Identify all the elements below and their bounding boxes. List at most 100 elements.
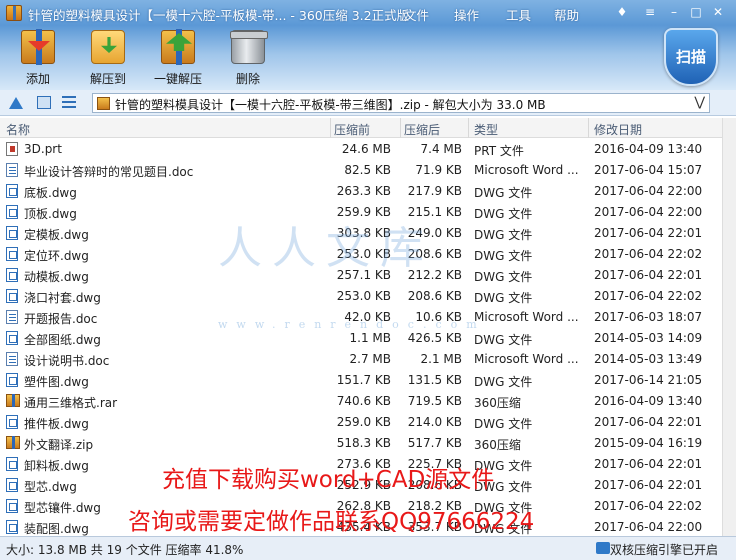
extract-to-button[interactable]: 解压到 (76, 30, 140, 88)
file-date: 2017-06-04 22:02 (594, 289, 703, 303)
file-row[interactable]: 全部图纸.dwg 1.1 MB 426.5 KB DWG 文件 2014-05-03 1… (0, 328, 736, 349)
file-type: 360压缩 (474, 396, 521, 410)
file-name: 开题报告.doc (24, 312, 98, 326)
skin-icon[interactable]: ♦ (612, 3, 632, 21)
promo-line-1: 充值下载购买word+CAD源文件 (162, 467, 495, 493)
file-compressed-size: 2.1 MB (420, 352, 462, 366)
file-row[interactable]: 底板.dwg 263.3 KB 217.9 KB DWG 文件 2017-06-04 2… (0, 181, 736, 202)
file-name: 底板.dwg (24, 186, 77, 200)
large-view-icon[interactable] (37, 96, 51, 109)
window-title: 针管的塑料模具设计【一模十六腔-平板模-带... - 360压缩 3.2正式版 (28, 8, 410, 23)
doc-file-icon (6, 310, 18, 324)
status-bar: 大小: 13.8 MB 共 19 个文件 压缩率 41.8% 双核压缩引擎已开启 (0, 536, 736, 560)
doc-file-icon (6, 352, 18, 366)
delete-button[interactable]: 删除 (216, 30, 280, 88)
file-row[interactable]: 通用三维格式.rar 740.6 KB 719.5 KB 360压缩 2016-04-0… (0, 391, 736, 412)
window-chrome: 针管的塑料模具设计【一模十六腔-平板模-带... - 360压缩 3.2正式版 … (0, 0, 736, 90)
file-type: PRT 文件 (474, 144, 524, 158)
menu-file[interactable]: 文件 (404, 5, 429, 24)
path-field[interactable]: 针管的塑料模具设计【一模十六腔-平板模-带三维图】.zip - 解包大小为 33… (92, 93, 710, 113)
file-date: 2016-04-09 13:40 (594, 394, 703, 408)
file-name: 外文翻译.zip (24, 438, 94, 452)
vertical-scrollbar[interactable] (722, 118, 736, 536)
file-type: DWG 文件 (474, 417, 533, 431)
file-type: DWG 文件 (474, 186, 533, 200)
delete-label: 删除 (235, 72, 260, 86)
list-view-icon[interactable] (62, 96, 76, 109)
add-archive-icon (21, 29, 55, 65)
dwg-file-icon (6, 331, 18, 345)
file-name: 塑件图.dwg (24, 375, 89, 389)
file-row[interactable]: 推件板.dwg 259.0 KB 214.0 KB DWG 文件 2017-06-04 … (0, 412, 736, 433)
file-date: 2017-06-04 22:01 (594, 226, 703, 240)
dwg-file-icon (6, 499, 18, 513)
dwg-file-icon (6, 289, 18, 303)
file-date: 2017-06-03 18:07 (594, 310, 703, 324)
file-name: 型芯镶件.dwg (24, 501, 101, 515)
column-divider (330, 118, 331, 138)
column-date[interactable]: 修改日期 (594, 121, 642, 138)
file-name: 3D.prt (24, 142, 62, 156)
up-arrow-icon[interactable] (9, 97, 23, 109)
column-type[interactable]: 类型 (474, 121, 498, 138)
file-date: 2017-06-04 22:01 (594, 268, 703, 282)
app-archive-icon (6, 5, 22, 21)
dwg-file-icon (6, 373, 18, 387)
address-bar: 针管的塑料模具设计【一模十六腔-平板模-带三维图】.zip - 解包大小为 33… (0, 90, 736, 116)
menu-help[interactable]: 帮助 (554, 5, 579, 24)
add-button[interactable]: 添加 (6, 29, 70, 88)
menu-icon[interactable]: ≡ (640, 3, 660, 21)
file-row[interactable]: 毕业设计答辩时的常见题目.doc 82.5 KB 71.9 KB Microsoft … (0, 160, 736, 181)
add-label: 添加 (25, 72, 50, 86)
file-compressed-size: 208.6 KB (407, 289, 462, 303)
file-date: 2017-06-04 22:01 (594, 415, 703, 429)
file-compressed-size: 217.9 KB (407, 184, 462, 198)
menu-operate[interactable]: 操作 (454, 5, 479, 24)
title-bar: 针管的塑料模具设计【一模十六腔-平板模-带... - 360压缩 3.2正式版 … (0, 0, 736, 26)
close-icon[interactable]: ✕ (708, 3, 728, 21)
file-type: Microsoft Word ... (474, 310, 579, 324)
column-name[interactable]: 名称 (6, 121, 30, 138)
file-date: 2017-06-04 22:01 (594, 457, 703, 471)
minimize-icon[interactable]: – (664, 3, 684, 21)
file-row[interactable]: 3D.prt 24.6 MB 7.4 MB PRT 文件 2016-04-09 13:4… (0, 139, 736, 160)
dwg-file-icon (6, 268, 18, 282)
arc-file-icon (6, 394, 20, 407)
column-divider (400, 118, 401, 138)
chevron-down-icon[interactable]: ⋁ (694, 95, 705, 110)
file-compressed-size: 214.0 KB (407, 415, 462, 429)
column-divider (588, 118, 589, 138)
dwg-file-icon (6, 520, 18, 534)
file-date: 2015-09-04 16:19 (594, 436, 703, 450)
file-type: DWG 文件 (474, 249, 533, 263)
extract-folder-icon (91, 30, 125, 64)
file-name: 通用三维格式.rar (24, 396, 118, 410)
file-row[interactable]: 外文翻译.zip 518.3 KB 517.7 KB 360压缩 2015-09-04 … (0, 433, 736, 454)
column-size[interactable]: 压缩前 (334, 121, 370, 138)
watermark-url: www.renrendoc.com (218, 318, 486, 331)
dwg-file-icon (6, 205, 18, 219)
column-divider (468, 118, 469, 138)
status-summary: 大小: 13.8 MB 共 19 个文件 压缩率 41.8% (6, 543, 244, 557)
file-type: DWG 文件 (474, 207, 533, 221)
file-row[interactable]: 塑件图.dwg 151.7 KB 131.5 KB DWG 文件 2017-06-14 … (0, 370, 736, 391)
engine-status[interactable]: 双核压缩引擎已开启 (610, 541, 718, 558)
file-name: 浇口衬套.dwg (24, 291, 101, 305)
one-click-extract-button[interactable]: 一键解压 (146, 29, 210, 88)
file-row[interactable]: 浇口衬套.dwg 253.0 KB 208.6 KB DWG 文件 2017-06-04… (0, 286, 736, 307)
file-size: 2.7 MB (349, 352, 391, 366)
file-size: 24.6 MB (341, 142, 391, 156)
column-compressed-size[interactable]: 压缩后 (404, 121, 440, 138)
maximize-icon[interactable]: □ (686, 3, 706, 21)
file-row[interactable]: 设计说明书.doc 2.7 MB 2.1 MB Microsoft Word ... 2… (0, 349, 736, 370)
file-name: 顶板.dwg (24, 207, 77, 221)
trash-icon (230, 30, 268, 64)
scan-shield-button[interactable]: 扫描 (664, 28, 718, 86)
file-size: 253.0 KB (336, 289, 391, 303)
file-type: DWG 文件 (474, 333, 533, 347)
file-type: DWG 文件 (474, 228, 533, 242)
file-size: 82.5 KB (344, 163, 391, 177)
file-size: 259.0 KB (336, 415, 391, 429)
file-size: 740.6 KB (336, 394, 391, 408)
menu-tools[interactable]: 工具 (506, 5, 531, 24)
